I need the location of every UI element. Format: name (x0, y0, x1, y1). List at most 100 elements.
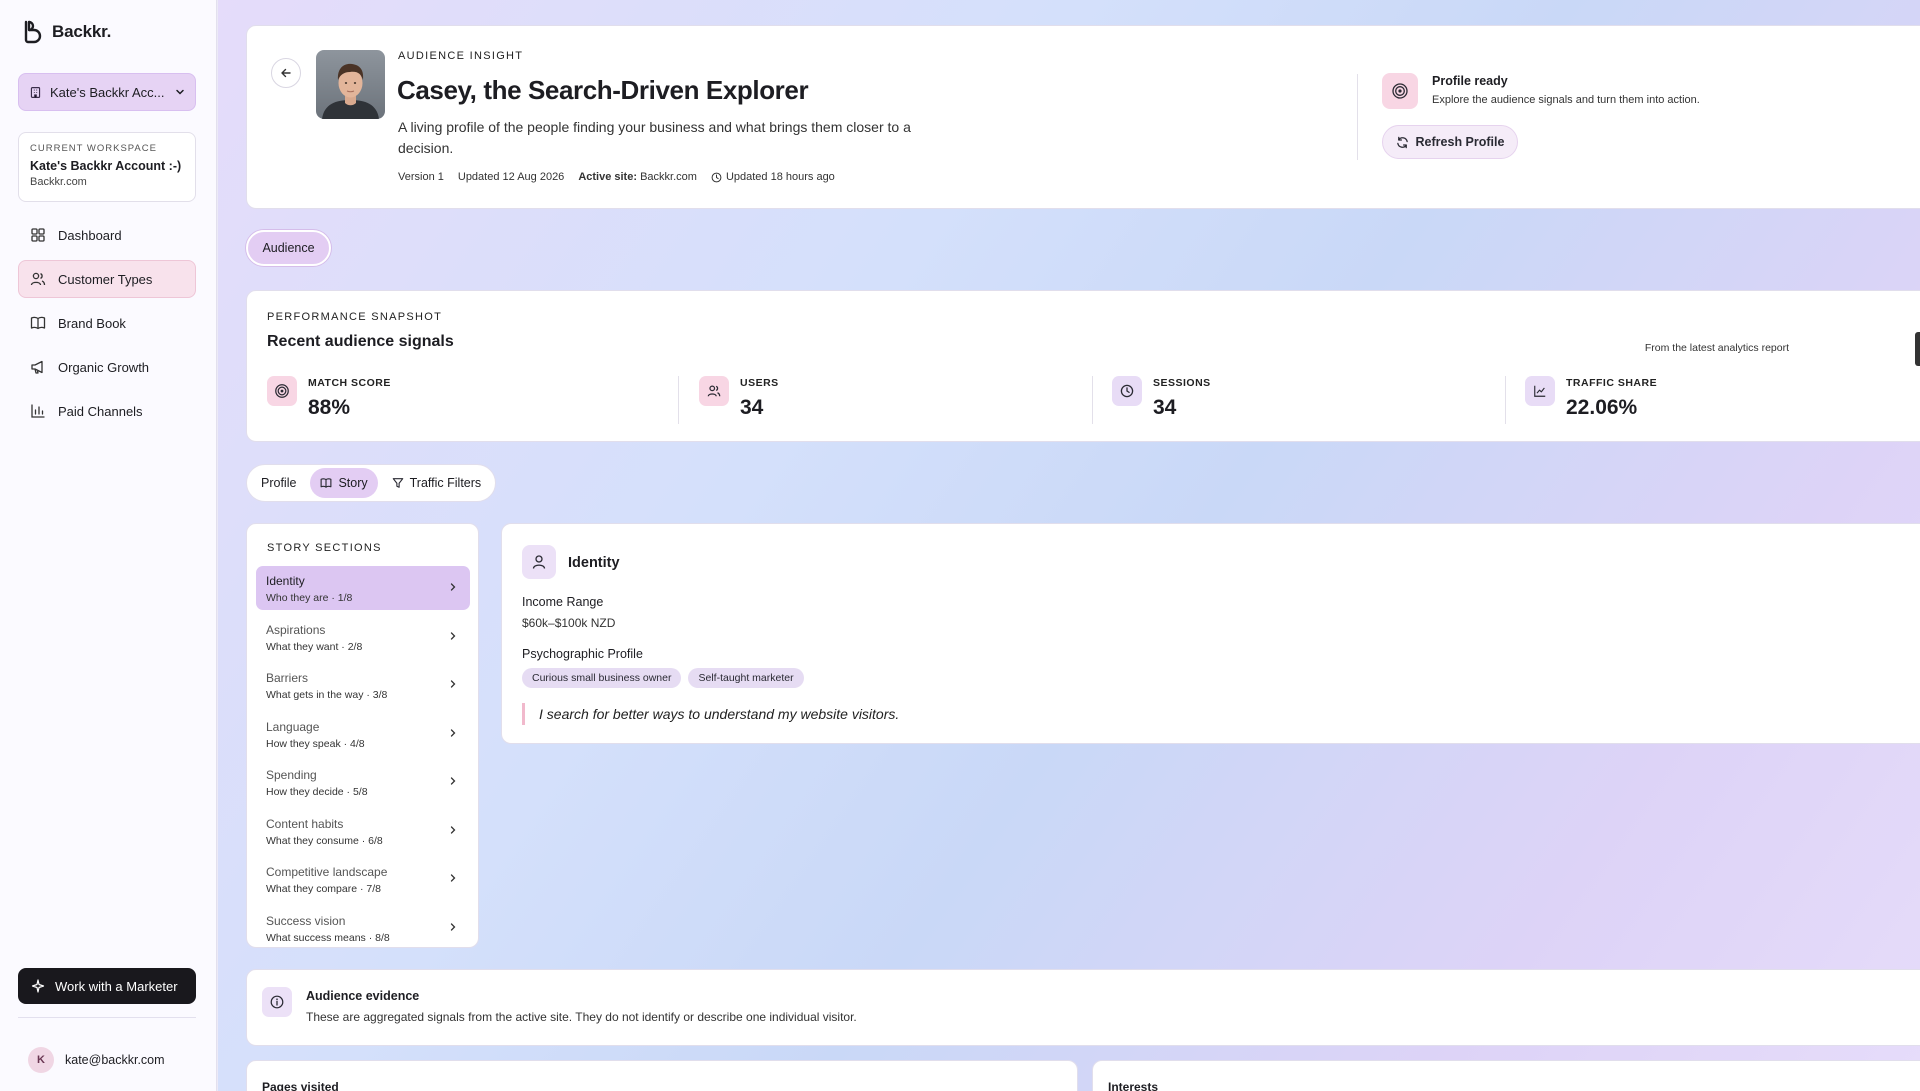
stat-label: USERS (740, 377, 779, 389)
persona-portrait-icon (316, 50, 385, 119)
section-title: Barriers (266, 671, 309, 685)
section-title: Language (266, 719, 320, 734)
back-button[interactable] (271, 58, 301, 88)
workspace-site: Backkr.com (30, 176, 87, 188)
performance-eyebrow: PERFORMANCE SNAPSHOT (267, 311, 443, 323)
stat-value: 22.06% (1566, 396, 1638, 419)
sidebar-item-customer-types[interactable]: Customer Types (18, 260, 196, 298)
chevron-down-icon (176, 89, 184, 95)
sidebar-item-paid-channels[interactable]: Paid Channels (18, 392, 196, 430)
stat-value: 88% (308, 396, 351, 419)
list-item[interactable]: Competitive landscape What they compare … (256, 857, 470, 901)
pages-visited-card: Pages visited (246, 1060, 1078, 1091)
tab-story[interactable]: Story (310, 468, 378, 498)
evidence-text: These are aggregated signals from the ac… (306, 1010, 857, 1024)
building-icon (30, 86, 41, 98)
interests-card: Interests (1092, 1060, 1920, 1091)
sidebar: Backkr. Kate's Backkr Acc... CURRENT WOR… (0, 0, 217, 1091)
user-menu[interactable]: K kate@backkr.com (28, 1047, 165, 1073)
list-item[interactable]: Language How they speak · 4/8 (256, 712, 470, 756)
updated-ago-label: Updated 18 hours ago (725, 171, 835, 183)
section-subtitle: What they want · 2/8 (266, 640, 363, 653)
section-subtitle: What gets in the way · 3/8 (266, 689, 388, 701)
audience-pill[interactable]: Audience (246, 230, 331, 266)
persona-description: A living profile of the people finding y… (398, 119, 911, 156)
work-with-marketer-button[interactable]: Work with a Marketer (18, 968, 196, 1004)
workspace-eyebrow: CURRENT WORKSPACE (30, 143, 157, 154)
info-icon-badge (262, 987, 292, 1017)
persona-header: AUDIENCE INSIGHT Casey, the Search-Drive… (246, 25, 1920, 209)
active-site-value: Backkr.com (640, 171, 697, 183)
chevron-right-icon (450, 583, 456, 591)
identity-title: Identity (568, 555, 620, 571)
list-item[interactable]: Content habits What they consume · 6/8 (256, 809, 470, 853)
stat-divider (678, 376, 679, 424)
refresh-icon (1396, 136, 1408, 148)
sidebar-item-dashboard[interactable]: Dashboard (18, 216, 196, 254)
stat-icon-badge (267, 376, 297, 406)
account-select[interactable]: Kate's Backkr Acc... (18, 73, 196, 111)
stat-value: 34 (740, 396, 764, 419)
sidebar-divider (18, 1017, 196, 1018)
sidebar-item-brand-book[interactable]: Brand Book (18, 304, 196, 342)
list-item[interactable]: Identity Who they are · 1/8 (256, 566, 470, 610)
tab-profile[interactable]: Profile (251, 468, 306, 498)
header-divider (1357, 74, 1358, 160)
stat-label: TRAFFIC SHARE (1566, 377, 1658, 389)
stat-label: MATCH SCORE (308, 377, 391, 389)
interests-title: Interests (1108, 1080, 1159, 1091)
stat-label: SESSIONS (1153, 377, 1211, 389)
brand[interactable]: Backkr. (22, 20, 111, 44)
clock-icon (711, 172, 722, 182)
section-subtitle: Who they are · 1/8 (266, 592, 353, 604)
updated-date: Updated 12 Aug 2026 (457, 171, 565, 183)
tab-label: Traffic Filters (409, 476, 482, 490)
header-eyebrow: AUDIENCE INSIGHT (398, 50, 524, 62)
income-range-value: $60k–$100k NZD (522, 616, 616, 630)
stat-match-score: MATCH SCORE 88% (267, 376, 391, 424)
list-item[interactable]: Barriers What gets in the way · 3/8 (256, 663, 470, 707)
scroll-handle[interactable] (1915, 332, 1920, 366)
chevron-right-icon (450, 922, 456, 931)
section-title: Identity (266, 574, 305, 588)
brand-name: Backkr. (52, 22, 112, 41)
performance-title: Recent audience signals (267, 333, 454, 350)
work-with-marketer-label: Work with a Marketer (55, 978, 178, 994)
refresh-profile-button[interactable]: Refresh Profile (1382, 125, 1518, 159)
clock-icon (1120, 384, 1134, 398)
chevron-right-icon (450, 680, 456, 688)
sidebar-item-organic-growth[interactable]: Organic Growth (18, 348, 196, 386)
user-email: kate@backkr.com (65, 1053, 165, 1067)
pages-visited-title: Pages visited (262, 1080, 339, 1091)
tab-traffic-filters[interactable]: Traffic Filters (382, 468, 492, 498)
page-title: Casey, the Search-Driven Explorer (397, 75, 809, 105)
identity-panel: Identity Income Range $60k–$100k NZD Psy… (501, 523, 1920, 744)
brand-logo-icon (24, 20, 42, 44)
evidence-title: Audience evidence (306, 989, 420, 1003)
profile-status-subtitle: Explore the audience signals and turn th… (1432, 94, 1700, 106)
tab-label: Story (338, 476, 368, 490)
psychographic-label: Psychographic Profile (522, 647, 643, 661)
section-subtitle: How they decide · 5/8 (266, 786, 368, 798)
list-item[interactable]: Spending How they decide · 5/8 (256, 760, 470, 804)
profile-status-title: Profile ready (1432, 74, 1508, 88)
bar-chart-icon (31, 404, 45, 418)
chevron-right-icon (450, 631, 456, 640)
sidebar-item-label: Organic Growth (58, 359, 150, 375)
users-icon (30, 272, 46, 286)
list-item[interactable]: Aspirations What they want · 2/8 (256, 615, 470, 659)
workspace-card: CURRENT WORKSPACE Kate's Backkr Account … (18, 132, 196, 202)
target-icon (1392, 83, 1408, 99)
sidebar-nav: Dashboard Customer Types Brand Book Orga… (18, 216, 196, 436)
header-meta: Version 1 Updated 12 Aug 2026 Active sit… (398, 171, 835, 183)
view-tabs: Profile Story Traffic Filters (246, 464, 497, 502)
persona-photo (316, 50, 385, 119)
arrow-left-icon (281, 68, 291, 78)
tab-label: Profile (261, 476, 297, 490)
stat-value: 34 (1153, 396, 1177, 419)
list-item[interactable]: Success vision What success means · 8/8 (256, 906, 470, 950)
stat-divider (1505, 376, 1506, 424)
audience-evidence: Audience evidence These are aggregated s… (246, 969, 1920, 1046)
chevron-right-icon (450, 874, 456, 882)
section-subtitle: What they compare · 7/8 (266, 883, 381, 895)
